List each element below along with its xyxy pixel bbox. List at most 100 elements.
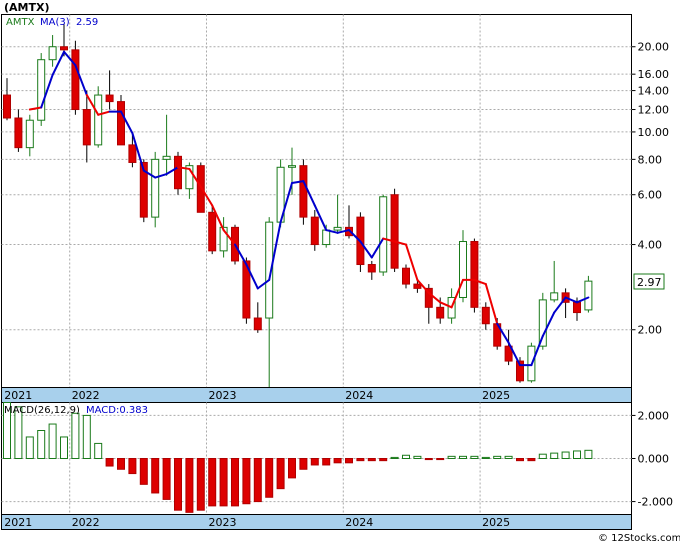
candle-body: [390, 194, 399, 269]
price-y-tick-label: 20.00: [638, 41, 670, 54]
candle-body: [94, 94, 103, 146]
price-y-tick-label: 10.00: [638, 126, 670, 139]
macd-bar: [322, 458, 331, 466]
candle-body: [379, 196, 388, 273]
macd-bar: [538, 453, 547, 460]
candle-body: [470, 241, 479, 308]
legend-ma-value: 2.59: [76, 17, 98, 28]
candle-body: [481, 306, 490, 325]
macd-bar: [265, 458, 274, 498]
macd-bar: [219, 458, 228, 507]
candle-body: [322, 229, 331, 246]
candle-body: [550, 292, 559, 301]
candle-body: [310, 216, 319, 246]
macd-bar: [25, 436, 34, 460]
macd-bar: [333, 458, 342, 464]
candle-body: [299, 165, 308, 218]
candle-body: [288, 165, 296, 168]
macd-bar: [402, 454, 410, 459]
candle-body: [37, 59, 46, 121]
macd-y-tick-label: 0.000: [638, 453, 670, 466]
macd-panel: 2.000 0.000 -2.000 2021 2022 2023 2024 2025 MA…: [1, 402, 673, 530]
macd-bar: [151, 458, 160, 494]
price-plot-area: [1, 14, 632, 388]
macd-bar: [345, 458, 353, 464]
macd-bar: [37, 430, 46, 459]
macd-value-label: MACD:0.383: [86, 405, 148, 416]
macd-bar: [367, 458, 376, 462]
macd-bar: [231, 458, 239, 507]
price-y-tick-label: 16.00: [638, 68, 670, 81]
candle-body: [48, 46, 57, 61]
macd-bar: [470, 455, 479, 460]
macd-bar: [436, 458, 445, 461]
macd-bar: [162, 458, 171, 500]
candle-body: [459, 241, 467, 298]
macd-bar: [196, 458, 205, 511]
candle-body: [174, 155, 182, 190]
copyright: © 12Stocks.com: [598, 533, 680, 544]
price-x-tick-label: 2024: [345, 389, 373, 402]
macd-bar: [48, 423, 57, 459]
macd-bar: [424, 458, 433, 461]
candle-body: [25, 119, 34, 149]
stock-chart: 20.00 16.00 14.00 12.00 10.00 8.00 6.00 4.00 2.0…: [1, 1, 680, 544]
macd-bar: [71, 412, 80, 459]
macd-bar: [561, 451, 570, 459]
macd-bar: [139, 458, 148, 485]
macd-bar: [128, 458, 137, 475]
macd-bar: [82, 414, 91, 459]
macd-bar: [516, 458, 524, 462]
macd-bar: [105, 458, 114, 467]
macd-bar: [60, 436, 68, 460]
macd-bar: [493, 455, 502, 460]
macd-y-axis: 2.000 0.000 -2.000: [631, 409, 673, 509]
macd-y-tick-label: -2.000: [638, 496, 673, 509]
price-x-tick-label: 2023: [209, 389, 237, 402]
candle-body: [367, 264, 376, 273]
price-y-tick-label: 8.00: [638, 153, 663, 166]
macd-x-tick-label: 2023: [209, 516, 237, 529]
candle-body: [402, 267, 410, 285]
candle-body: [538, 299, 547, 347]
macd-bar: [379, 458, 388, 462]
price-y-axis: 20.00 16.00 14.00 12.00 10.00 8.00 6.00 4.00 2.0…: [631, 41, 670, 337]
macd-bar: [447, 455, 456, 460]
macd-x-tick-label: 2024: [345, 516, 373, 529]
macd-x-tick-label: 2021: [4, 516, 32, 529]
macd-bar: [253, 458, 262, 503]
macd-bar: [174, 458, 182, 511]
candle-body: [14, 117, 23, 149]
macd-bar: [504, 455, 513, 460]
candle-body: [333, 226, 342, 231]
candle-body: [151, 158, 160, 218]
candle-body: [71, 49, 80, 111]
macd-bar: [288, 458, 296, 479]
macd-x-tick-label: 2025: [482, 516, 510, 529]
candle-body: [413, 283, 422, 289]
last-price-badge: 2.97: [633, 273, 665, 290]
macd-bar: [413, 455, 422, 460]
macd-bar: [208, 458, 217, 507]
price-y-tick-label: 14.00: [638, 85, 670, 98]
macd-bar: [481, 456, 490, 459]
macd-bar: [242, 458, 251, 505]
candle-body: [3, 94, 11, 119]
last-price-value: 2.97: [637, 276, 662, 289]
macd-x-tick-label: 2022: [72, 516, 100, 529]
price-x-tick-label: 2022: [72, 389, 100, 402]
macd-bar: [185, 458, 194, 513]
macd-bar: [299, 458, 308, 470]
macd-bar: [527, 458, 536, 462]
legend-symbol: AMTX: [6, 17, 35, 28]
macd-bar: [550, 452, 559, 460]
macd-bar: [310, 458, 319, 466]
ticker-title: (AMTX): [4, 1, 50, 14]
macd-y-tick-label: 2.000: [638, 409, 670, 422]
macd-bar: [584, 449, 593, 460]
candle-body: [128, 144, 137, 163]
macd-title: MACD(26,12,9): [4, 405, 80, 416]
price-y-tick-label: 4.00: [638, 239, 663, 252]
candle-body: [208, 211, 217, 252]
macd-bar: [573, 450, 581, 460]
